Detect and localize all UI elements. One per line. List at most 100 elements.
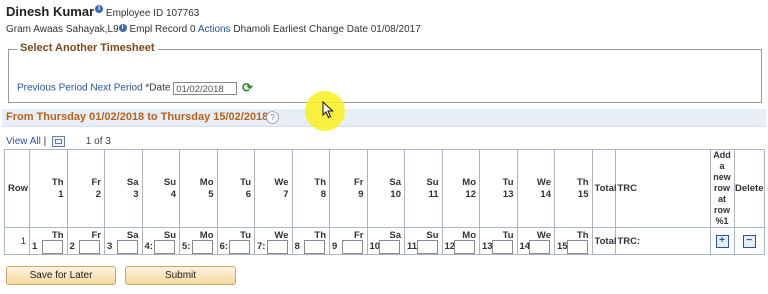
delete-header: Delete xyxy=(733,149,765,228)
hours-input[interactable] xyxy=(529,240,550,254)
add-row-cell: + xyxy=(709,227,735,255)
employee-name: Dinesh Kumar xyxy=(6,4,95,19)
employee-details: Gram Awaas Sahayak,L9 i Empl Record 0 Act… xyxy=(6,24,421,35)
day-header: Su 4 xyxy=(141,149,180,228)
day-num: 12 xyxy=(465,188,476,200)
day-abbr: Mo xyxy=(199,176,214,188)
total-header: Total xyxy=(591,149,617,228)
hours-cell: We 7: xyxy=(254,227,293,255)
day-num: 11 xyxy=(428,188,439,200)
hours-input[interactable] xyxy=(79,240,100,254)
day-header: Fr 2 xyxy=(66,149,105,228)
info-icon[interactable]: i xyxy=(118,24,127,32)
day-num: 14 xyxy=(540,188,551,200)
hours-cell: Fr 2 xyxy=(66,227,105,255)
day-header: Fr 9 xyxy=(329,149,368,228)
day-num: 4: xyxy=(144,241,153,252)
hours-cell: Mo 5: xyxy=(179,227,218,255)
day-header: Th 8 xyxy=(291,149,330,228)
hours-cell: Su 11 xyxy=(404,227,443,255)
day-num: 4 xyxy=(170,188,176,200)
day-num: 2 xyxy=(69,241,75,252)
day-num: 15 xyxy=(577,188,589,200)
day-num: 6: xyxy=(219,241,228,252)
mouse-pointer-icon xyxy=(322,101,334,119)
employee-id-value: 107763 xyxy=(165,8,200,19)
hours-cell: Sa 10 xyxy=(366,227,405,255)
day-num: 3 xyxy=(133,188,139,200)
hours-input[interactable] xyxy=(341,240,363,254)
day-abbr: Su xyxy=(163,176,176,188)
day-num: 5: xyxy=(182,241,191,252)
employee-header: Dinesh Kumar i Employee ID 107763 xyxy=(6,4,199,19)
hours-cell: Sa 3 xyxy=(104,227,143,255)
hours-input[interactable] xyxy=(266,240,288,254)
trc-header: TRC xyxy=(614,149,711,228)
day-num: 1 xyxy=(32,241,38,252)
hours-input[interactable] xyxy=(379,240,400,254)
day-num: 13 xyxy=(502,188,514,200)
add-row-header: Add a new row at row %1 xyxy=(709,149,735,228)
hours-input[interactable] xyxy=(191,240,213,254)
day-header: Su 11 xyxy=(404,149,443,228)
pager-text: 1 of 3 xyxy=(85,136,111,148)
date-label: *Date xyxy=(145,82,171,94)
nav-separator: | xyxy=(43,136,47,148)
refresh-icon[interactable]: ⟳ xyxy=(242,80,253,95)
next-period-link[interactable]: Next Period xyxy=(90,83,142,94)
previous-period-link[interactable]: Previous Period xyxy=(17,83,88,94)
timesheet-date-row: Previous Period Next Period *Date 01/02/… xyxy=(17,80,253,96)
day-num: 8 xyxy=(294,241,300,252)
actions-link[interactable]: Actions xyxy=(198,24,231,35)
day-header: Sa 3 xyxy=(104,149,143,228)
zoom-grid-icon[interactable] xyxy=(52,136,66,147)
day-num: 7 xyxy=(283,188,289,200)
hours-input[interactable] xyxy=(154,240,175,254)
day-num: 7: xyxy=(257,241,266,252)
hours-input[interactable] xyxy=(491,240,513,254)
day-num: 3 xyxy=(107,241,113,252)
earliest-change-label: Earliest Change Date xyxy=(272,24,368,35)
hours-cell: Th 15 xyxy=(554,227,593,255)
day-header: Mo 5 xyxy=(179,149,218,228)
hours-input[interactable] xyxy=(304,240,325,254)
day-abbr: Sa xyxy=(126,176,139,188)
day-abbr: We xyxy=(536,176,551,188)
hours-input[interactable] xyxy=(454,240,475,254)
select-timesheet-legend: Select Another Timesheet xyxy=(17,42,158,54)
hours-input[interactable] xyxy=(116,240,138,254)
day-num: 2 xyxy=(95,188,101,200)
hours-input[interactable] xyxy=(41,240,63,254)
table-row: 1 Th 1 Fr 2 Sa 3 Su 4: Mo 5: Tu 6: We 7: Th 8 Fr… xyxy=(4,227,765,255)
day-abbr: Fr xyxy=(91,176,102,188)
help-icon[interactable]: ? xyxy=(266,111,279,124)
day-num: 10 xyxy=(390,188,401,200)
hours-cell: Fr 9 xyxy=(329,227,368,255)
day-num: 6 xyxy=(245,188,251,200)
trc-cell: TRC: xyxy=(614,227,711,255)
hours-input[interactable] xyxy=(566,240,588,254)
row-header: Row xyxy=(4,149,30,228)
day-header: Th 15 xyxy=(554,149,593,228)
add-row-icon[interactable]: + xyxy=(715,234,729,248)
day-num: 5 xyxy=(208,188,214,200)
day-header: We 7 xyxy=(254,149,293,228)
day-num: 1 xyxy=(58,188,64,200)
view-all-link[interactable]: View All xyxy=(6,136,41,147)
job-title: Gram Awaas Sahayak,L9 xyxy=(6,24,119,35)
grid-navigation: View All | 1 of 3 xyxy=(6,136,111,147)
submit-button[interactable]: Submit xyxy=(125,266,236,285)
hours-input[interactable] xyxy=(416,240,438,254)
hours-input[interactable] xyxy=(229,240,250,254)
info-icon[interactable]: i xyxy=(95,5,104,13)
date-input[interactable]: 01/02/2018 xyxy=(173,81,238,95)
delete-row-cell: − xyxy=(733,227,765,255)
employee-id-label: Employee ID xyxy=(105,8,164,19)
location: Dhamoli xyxy=(233,24,271,35)
period-bar: From Thursday 01/02/2018 to Thursday 15/… xyxy=(2,109,766,127)
delete-row-icon[interactable]: − xyxy=(742,234,756,248)
save-for-later-button[interactable]: Save for Later xyxy=(6,266,116,285)
timesheet-grid: Row Th 1 Fr 2 Sa 3 Su 4 Mo 5 Tu 6 We 7 Th 8 Fr 9 … xyxy=(4,149,765,255)
day-header: We 14 xyxy=(516,149,555,228)
hours-cell: Th 1 xyxy=(29,227,68,255)
